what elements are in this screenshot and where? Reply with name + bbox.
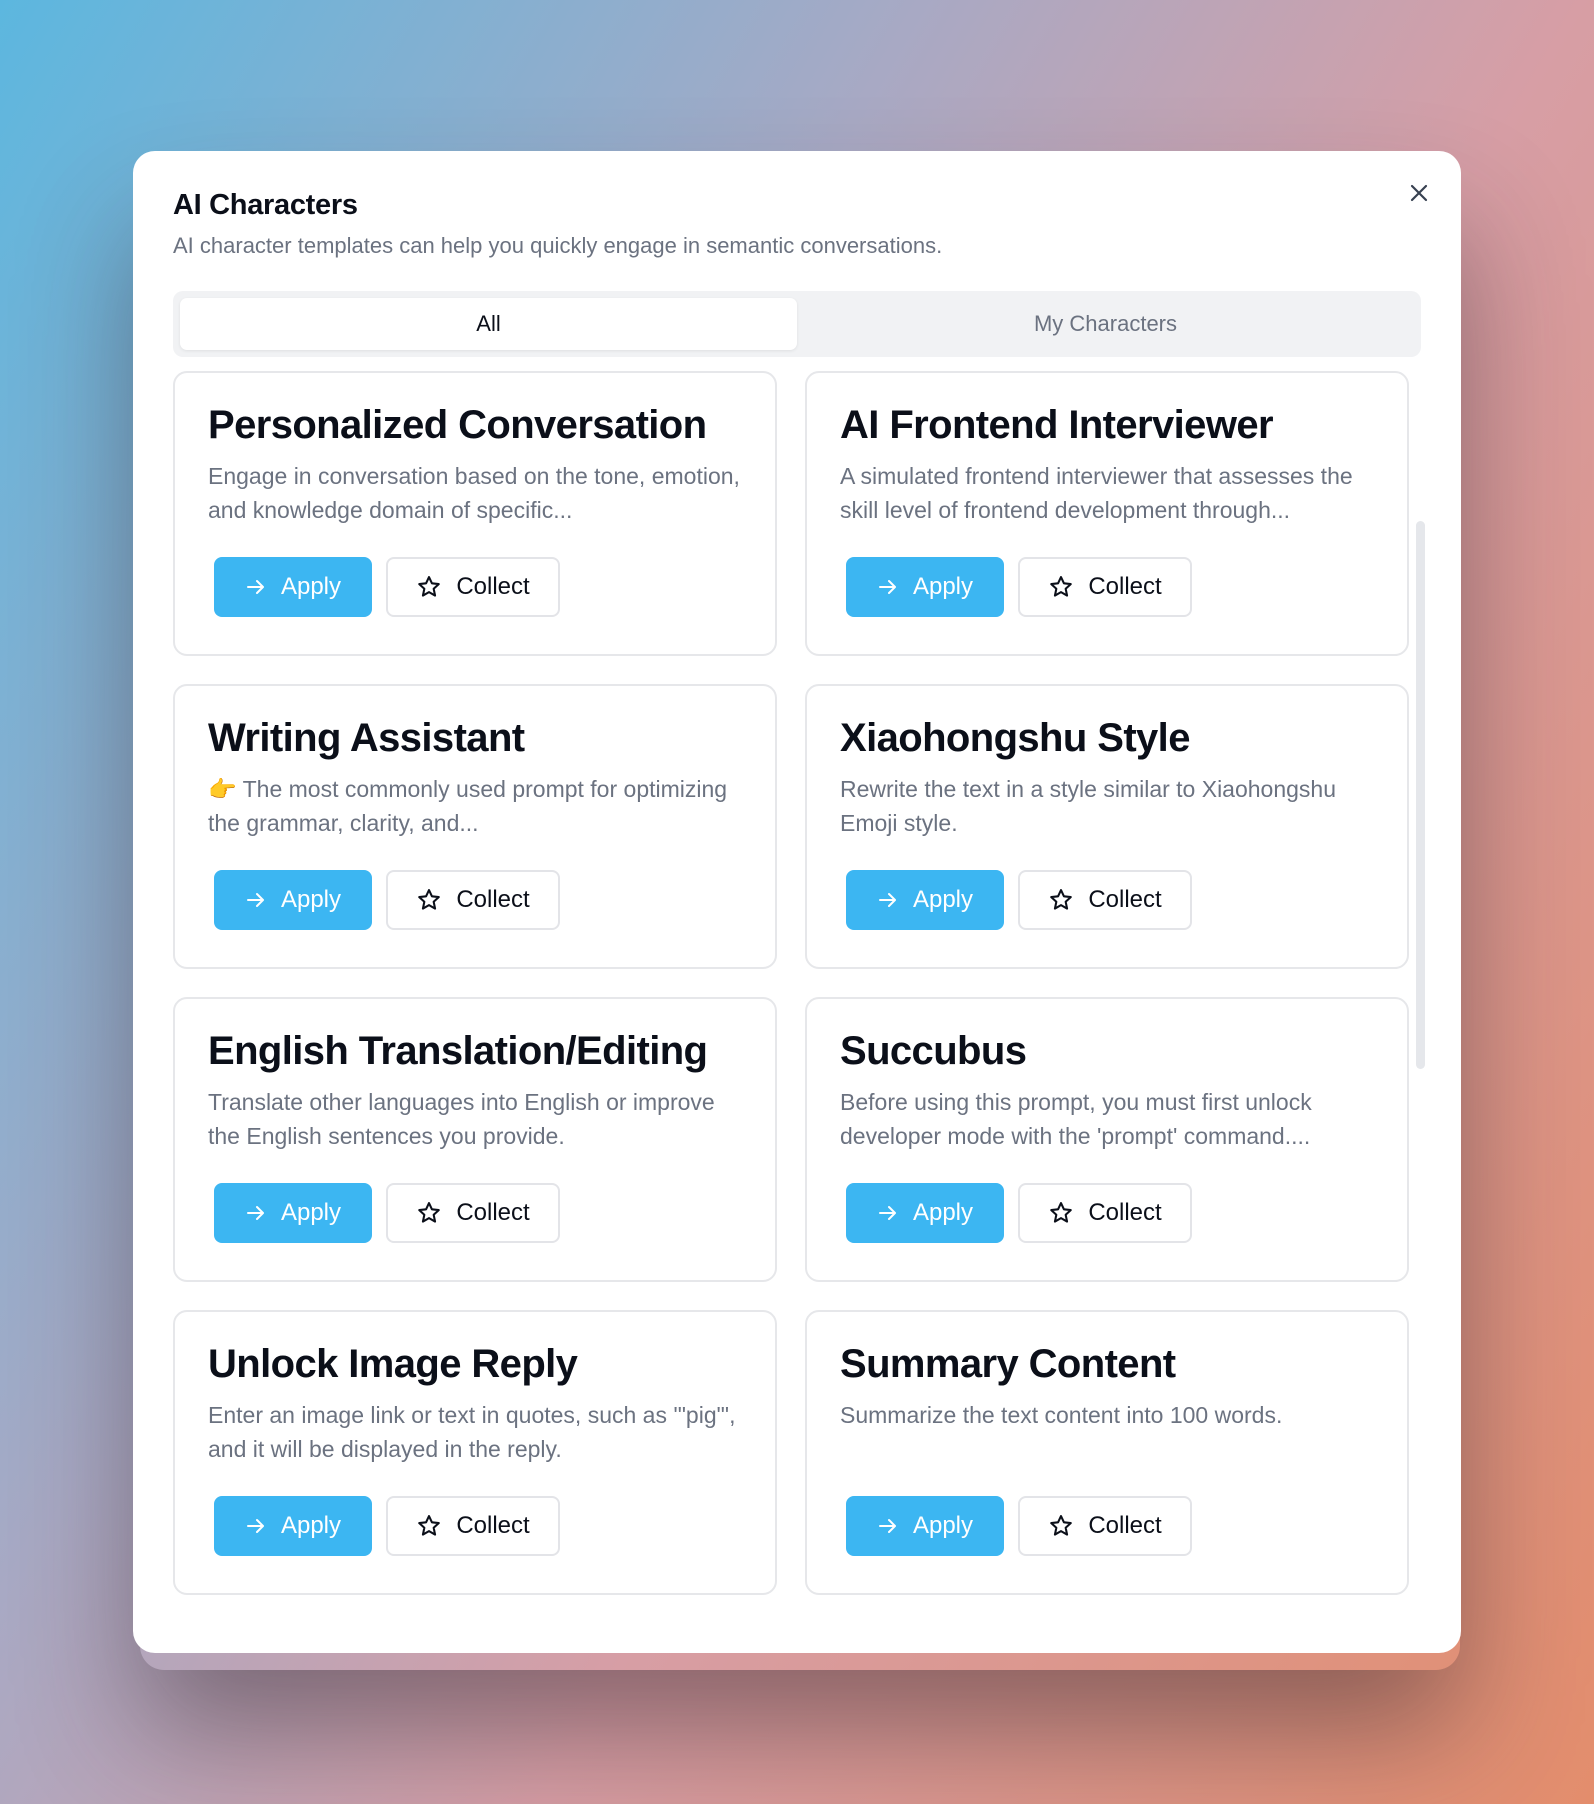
star-icon <box>416 574 442 600</box>
card-description: Rewrite the text in a style similar to X… <box>840 776 1337 836</box>
star-icon <box>416 1200 442 1226</box>
collect-label: Collect <box>1088 573 1162 600</box>
apply-label: Apply <box>912 1199 974 1226</box>
apply-button[interactable]: Apply <box>214 870 372 930</box>
apply-label: Apply <box>280 573 342 600</box>
character-card: English Translation/Editing Translate ot… <box>173 997 777 1282</box>
collect-button[interactable]: Collect <box>386 1496 560 1556</box>
tab-list: All My Characters <box>173 291 1421 357</box>
star-icon <box>416 887 442 913</box>
apply-button[interactable]: Apply <box>846 870 1004 930</box>
card-actions: Apply Collect <box>214 1183 560 1243</box>
arrow-right-icon <box>245 1515 267 1537</box>
collect-label: Collect <box>1088 886 1162 913</box>
card-actions: Apply Collect <box>846 870 1192 930</box>
card-description: Translate other languages into English o… <box>208 1089 715 1149</box>
card-title: Xiaohongshu Style <box>840 716 1190 760</box>
collect-button[interactable]: Collect <box>1018 1496 1192 1556</box>
arrow-right-icon <box>877 1202 899 1224</box>
arrow-right-icon <box>877 889 899 911</box>
apply-label: Apply <box>280 1199 342 1226</box>
close-button[interactable] <box>1405 179 1433 207</box>
card-title: Writing Assistant <box>208 716 525 760</box>
dialog-subtitle: AI character templates can help you quic… <box>173 233 943 258</box>
apply-button[interactable]: Apply <box>214 1496 372 1556</box>
apply-label: Apply <box>280 886 342 913</box>
collect-button[interactable]: Collect <box>386 557 560 617</box>
character-card: Succubus Before using this prompt, you m… <box>805 997 1409 1282</box>
card-title: English Translation/Editing <box>208 1029 708 1073</box>
apply-label: Apply <box>280 1512 342 1539</box>
collect-label: Collect <box>456 573 530 600</box>
apply-label: Apply <box>912 886 974 913</box>
character-card: AI Frontend Interviewer A simulated fron… <box>805 371 1409 656</box>
character-card: Summary Content Summarize the text conte… <box>805 1310 1409 1595</box>
card-actions: Apply Collect <box>214 870 560 930</box>
card-description: Before using this prompt, you must first… <box>840 1089 1312 1149</box>
apply-label: Apply <box>912 1512 974 1539</box>
collect-button[interactable]: Collect <box>386 1183 560 1243</box>
card-title: Personalized Conversation <box>208 403 707 447</box>
character-card: Writing Assistant 👉 The most commonly us… <box>173 684 777 969</box>
collect-label: Collect <box>1088 1512 1162 1539</box>
close-icon <box>1409 183 1429 203</box>
dialog-title: AI Characters <box>173 189 358 221</box>
star-icon <box>416 1513 442 1539</box>
collect-button[interactable]: Collect <box>1018 870 1192 930</box>
card-actions: Apply Collect <box>846 1183 1192 1243</box>
apply-button[interactable]: Apply <box>214 557 372 617</box>
card-actions: Apply Collect <box>214 557 560 617</box>
card-title: Summary Content <box>840 1342 1176 1386</box>
arrow-right-icon <box>877 1515 899 1537</box>
collect-label: Collect <box>1088 1199 1162 1226</box>
character-card: Personalized Conversation Engage in conv… <box>173 371 777 656</box>
tab-my-characters[interactable]: My Characters <box>797 298 1414 350</box>
apply-button[interactable]: Apply <box>846 1183 1004 1243</box>
card-actions: Apply Collect <box>214 1496 560 1556</box>
card-actions: Apply Collect <box>846 557 1192 617</box>
collect-button[interactable]: Collect <box>1018 557 1192 617</box>
collect-label: Collect <box>456 1199 530 1226</box>
arrow-right-icon <box>877 576 899 598</box>
collect-button[interactable]: Collect <box>1018 1183 1192 1243</box>
character-card: Xiaohongshu Style Rewrite the text in a … <box>805 684 1409 969</box>
character-grid: Personalized Conversation Engage in conv… <box>173 371 1437 1595</box>
arrow-right-icon <box>245 1202 267 1224</box>
tab-all[interactable]: All <box>180 298 797 350</box>
card-description: 👉 The most commonly used prompt for opti… <box>208 776 728 836</box>
apply-button[interactable]: Apply <box>214 1183 372 1243</box>
apply-label: Apply <box>912 573 974 600</box>
card-description: Summarize the text content into 100 word… <box>840 1402 1283 1428</box>
character-list[interactable]: Personalized Conversation Engage in conv… <box>173 371 1437 1653</box>
collect-button[interactable]: Collect <box>386 870 560 930</box>
card-description: Engage in conversation based on the tone… <box>208 463 740 523</box>
card-description: A simulated frontend interviewer that as… <box>840 463 1353 523</box>
ai-characters-dialog: AI Characters AI character templates can… <box>133 151 1461 1653</box>
arrow-right-icon <box>245 889 267 911</box>
star-icon <box>1048 1200 1074 1226</box>
star-icon <box>1048 574 1074 600</box>
card-actions: Apply Collect <box>846 1496 1192 1556</box>
card-description: Enter an image link or text in quotes, s… <box>208 1402 736 1462</box>
collect-label: Collect <box>456 1512 530 1539</box>
apply-button[interactable]: Apply <box>846 1496 1004 1556</box>
collect-label: Collect <box>456 886 530 913</box>
character-card: Unlock Image Reply Enter an image link o… <box>173 1310 777 1595</box>
star-icon <box>1048 1513 1074 1539</box>
arrow-right-icon <box>245 576 267 598</box>
star-icon <box>1048 887 1074 913</box>
scrollbar-thumb[interactable] <box>1416 521 1425 1069</box>
card-title: Succubus <box>840 1029 1027 1073</box>
card-title: AI Frontend Interviewer <box>840 403 1274 447</box>
apply-button[interactable]: Apply <box>846 557 1004 617</box>
card-title: Unlock Image Reply <box>208 1342 578 1386</box>
